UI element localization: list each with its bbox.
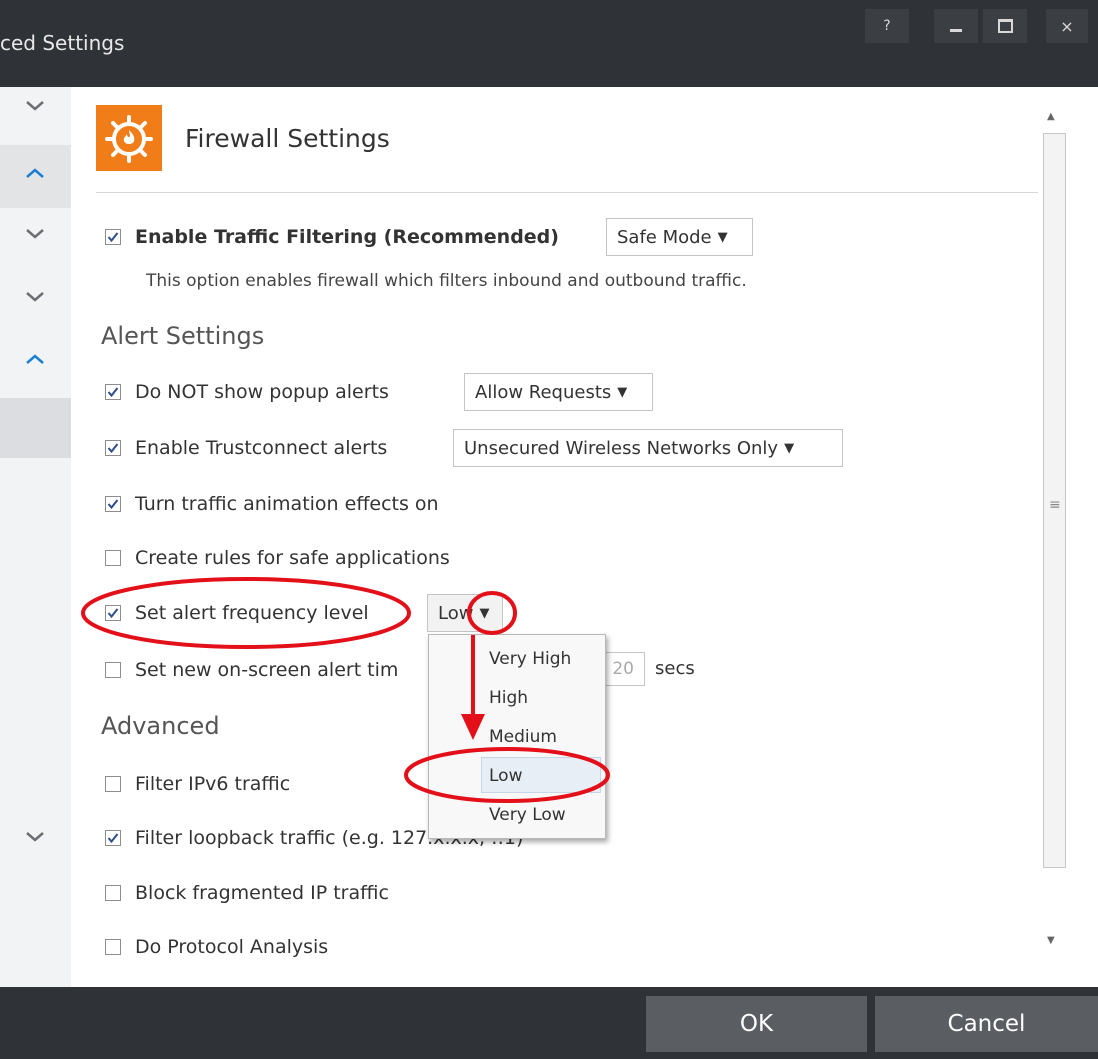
- menu-option-medium[interactable]: Medium: [489, 727, 557, 747]
- trustconnect-checkbox[interactable]: [105, 440, 121, 456]
- check-icon: [107, 499, 119, 510]
- minimize-icon: [950, 28, 962, 32]
- popup-alerts-label: Do NOT show popup alerts: [135, 381, 389, 403]
- help-icon: ?: [883, 18, 891, 34]
- chevron-down-icon[interactable]: [22, 287, 48, 307]
- left-nav: [0, 87, 71, 987]
- grip-icon: ≡: [1049, 497, 1061, 513]
- advanced-heading: Advanced: [101, 712, 220, 740]
- scroll-down-icon[interactable]: ▼: [1047, 935, 1055, 946]
- nav-selected-item[interactable]: [0, 398, 71, 458]
- fragmented-label: Block fragmented IP traffic: [135, 882, 389, 904]
- dropdown-arrow-icon: ▼: [617, 384, 628, 400]
- protocol-checkbox[interactable]: [105, 939, 121, 955]
- chevron-down-icon[interactable]: [22, 96, 48, 116]
- firewall-icon: [96, 105, 162, 171]
- popup-alerts-dropdown[interactable]: Allow Requests ▼: [464, 373, 653, 411]
- chevron-down-icon[interactable]: [22, 224, 48, 244]
- menu-option-very-low[interactable]: Very Low: [489, 805, 566, 825]
- traffic-filtering-checkbox[interactable]: [105, 229, 121, 245]
- trustconnect-value: Unsecured Wireless Networks Only: [464, 437, 779, 459]
- dropdown-arrow-icon: ▼: [784, 440, 795, 456]
- chevron-up-icon[interactable]: [22, 163, 48, 183]
- fragmented-checkbox[interactable]: [105, 885, 121, 901]
- popup-alerts-row: Do NOT show popup alerts: [105, 379, 389, 405]
- menu-option-low[interactable]: Low: [489, 766, 522, 786]
- protocol-label: Do Protocol Analysis: [135, 936, 329, 958]
- traffic-mode-value: Safe Mode: [617, 226, 712, 248]
- loopback-checkbox[interactable]: [105, 830, 121, 846]
- traffic-mode-dropdown[interactable]: Safe Mode ▼: [606, 218, 753, 256]
- timeout-unit: secs: [655, 658, 695, 679]
- traffic-filtering-description: This option enables firewall which filte…: [146, 271, 747, 291]
- alert-settings-heading: Alert Settings: [101, 322, 265, 350]
- frequency-checkbox[interactable]: [105, 605, 121, 621]
- frequency-row: Set alert frequency level: [105, 600, 369, 626]
- chevron-up-icon[interactable]: [22, 349, 48, 369]
- animation-label: Turn traffic animation effects on: [135, 493, 439, 515]
- ok-button[interactable]: OK: [646, 996, 867, 1052]
- minimize-button[interactable]: [934, 9, 978, 43]
- animation-row: Turn traffic animation effects on: [105, 491, 439, 517]
- divider: [96, 192, 1038, 193]
- window-title: ced Settings: [0, 31, 125, 55]
- help-button[interactable]: ?: [865, 9, 909, 43]
- fragmented-row: Block fragmented IP traffic: [105, 880, 389, 906]
- ipv6-row: Filter IPv6 traffic: [105, 771, 290, 797]
- check-icon: [107, 232, 119, 243]
- cancel-button[interactable]: Cancel: [875, 996, 1098, 1052]
- traffic-filtering-row: Enable Traffic Filtering (Recommended): [105, 224, 559, 250]
- panel-title: Firewall Settings: [185, 124, 390, 153]
- dropdown-arrow-icon: ▼: [717, 229, 728, 245]
- safe-rules-checkbox[interactable]: [105, 550, 121, 566]
- check-icon: [107, 443, 119, 454]
- ipv6-label: Filter IPv6 traffic: [135, 773, 291, 795]
- maximize-button[interactable]: [983, 9, 1027, 43]
- check-icon: [107, 608, 119, 619]
- frequency-menu: Very High High Medium Low Very Low: [428, 634, 606, 839]
- safe-rules-label: Create rules for safe applications: [135, 547, 450, 569]
- safe-rules-row: Create rules for safe applications: [105, 545, 450, 571]
- trustconnect-row: Enable Trustconnect alerts: [105, 435, 387, 461]
- frequency-value: Low: [438, 602, 474, 624]
- traffic-filtering-label: Enable Traffic Filtering (Recommended): [135, 226, 559, 248]
- timeout-label: Set new on-screen alert tim: [135, 659, 399, 681]
- popup-alerts-checkbox[interactable]: [105, 384, 121, 400]
- scroll-up-icon[interactable]: ▲: [1047, 111, 1055, 122]
- frequency-label: Set alert frequency level: [135, 602, 369, 624]
- frequency-dropdown[interactable]: Low ▼: [427, 594, 503, 632]
- close-icon: ×: [1060, 16, 1074, 36]
- menu-option-very-high[interactable]: Very High: [489, 649, 571, 669]
- trustconnect-dropdown[interactable]: Unsecured Wireless Networks Only ▼: [453, 429, 843, 467]
- timeout-row: Set new on-screen alert tim: [105, 657, 398, 683]
- menu-option-high[interactable]: High: [489, 688, 528, 708]
- popup-alerts-value: Allow Requests: [475, 381, 612, 403]
- check-icon: [107, 387, 119, 398]
- animation-checkbox[interactable]: [105, 496, 121, 512]
- ipv6-checkbox[interactable]: [105, 776, 121, 792]
- trustconnect-label: Enable Trustconnect alerts: [135, 437, 388, 459]
- timeout-checkbox[interactable]: [105, 662, 121, 678]
- check-icon: [107, 833, 119, 844]
- close-button[interactable]: ×: [1046, 9, 1088, 43]
- protocol-row: Do Protocol Analysis: [105, 934, 328, 960]
- dropdown-arrow-icon: ▼: [479, 605, 490, 621]
- maximize-icon: [997, 19, 1013, 33]
- chevron-down-icon[interactable]: [22, 827, 48, 847]
